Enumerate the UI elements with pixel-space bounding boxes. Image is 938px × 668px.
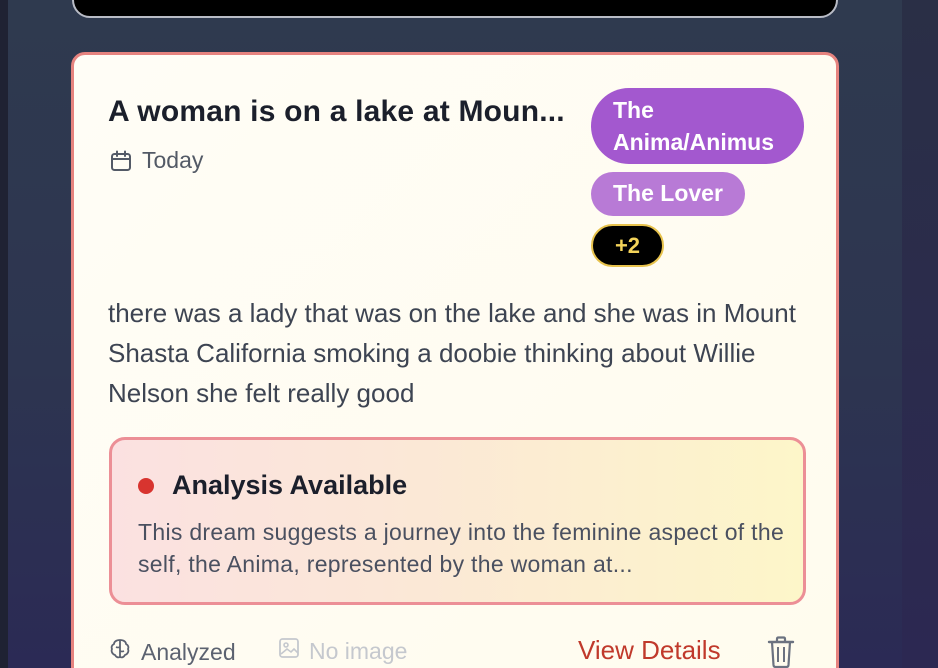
dream-card[interactable]: A woman is on a lake at Moun... Today Th… [71, 52, 839, 668]
dream-date: Today [142, 147, 204, 173]
dream-title: A woman is on a lake at Moun... [108, 95, 565, 128]
previous-card[interactable] [72, 0, 838, 18]
background-edge-left [0, 0, 8, 668]
background-edge-right [902, 0, 938, 668]
archetype-tags: The Anima/Animus The Lover +2 [591, 88, 811, 267]
analyzed-status: Analyzed [108, 637, 236, 667]
trash-icon[interactable] [766, 635, 796, 668]
image-status: No image [278, 637, 407, 665]
analyzed-label: Analyzed [141, 638, 236, 665]
brain-icon [108, 637, 132, 667]
analysis-header: Analysis Available [138, 470, 407, 501]
image-icon [278, 637, 300, 665]
more-tags-badge[interactable]: +2 [591, 224, 664, 267]
dream-description: there was a lady that was on the lake an… [108, 298, 796, 408]
status-dot [138, 477, 154, 494]
analysis-excerpt: This dream suggests a journey into the f… [138, 519, 785, 577]
view-details-button[interactable]: View Details [578, 635, 721, 666]
analysis-title: Analysis Available [172, 470, 408, 500]
card-footer: Analyzed No image View Details [108, 635, 808, 668]
tag-lover[interactable]: The Lover [591, 172, 745, 216]
date-row: Today [110, 147, 203, 174]
calendar-icon [110, 150, 132, 172]
no-image-label: No image [309, 637, 408, 664]
tag-anima-animus[interactable]: The Anima/Animus [591, 88, 804, 164]
analysis-panel[interactable]: Analysis Available This dream suggests a… [109, 437, 806, 605]
